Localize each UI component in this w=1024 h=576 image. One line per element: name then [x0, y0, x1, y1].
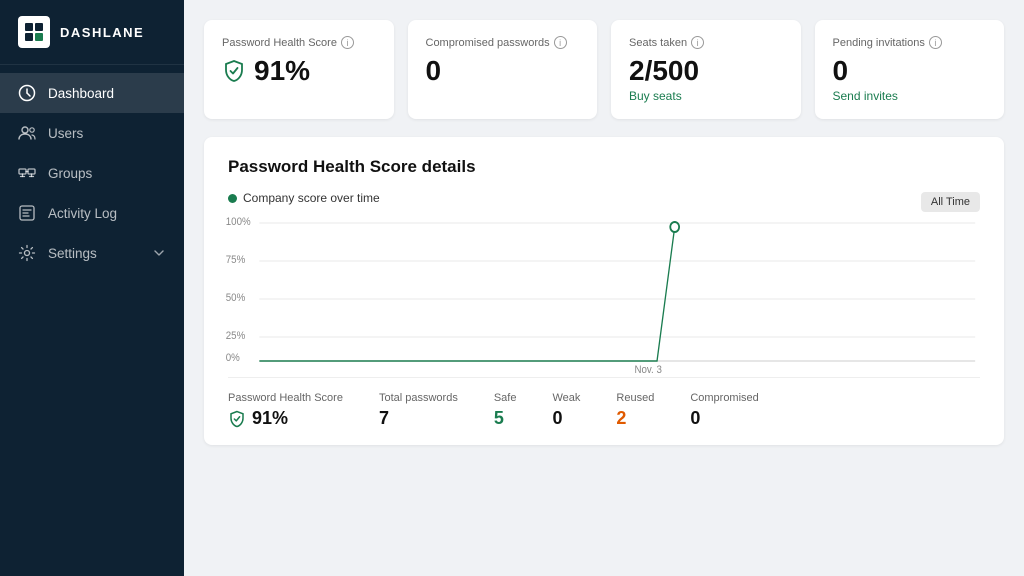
- stat-card-invitations: Pending invitations i 0 Send invites: [815, 20, 1005, 119]
- chart-header: Company score over time All Time: [228, 191, 980, 213]
- bottom-stat-total: Total passwords 7: [379, 392, 458, 429]
- sidebar-item-dashboard[interactable]: Dashboard: [0, 73, 184, 113]
- groups-label: Groups: [48, 166, 92, 181]
- seats-info-icon[interactable]: i: [691, 36, 704, 49]
- bottom-stat-reused: Reused 2: [616, 392, 654, 429]
- main-content: Password Health Score i 91% Compromised …: [184, 0, 1024, 576]
- details-card: Password Health Score details Company sc…: [204, 137, 1004, 445]
- details-title: Password Health Score details: [228, 157, 980, 177]
- activity-icon: [18, 204, 36, 222]
- sidebar-item-groups[interactable]: Groups: [0, 153, 184, 193]
- sidebar-item-activity-log[interactable]: Activity Log: [0, 193, 184, 233]
- all-time-button[interactable]: All Time: [921, 192, 980, 212]
- stat-card-compromised: Compromised passwords i 0: [408, 20, 598, 119]
- stat-card-password-health: Password Health Score i 91%: [204, 20, 394, 119]
- seats-label: Seats taken i: [629, 36, 783, 49]
- settings-icon: [18, 244, 36, 262]
- groups-icon: [18, 164, 36, 182]
- svg-text:0%: 0%: [226, 353, 240, 365]
- bottom-weak-value: 0: [552, 408, 580, 429]
- bottom-reused-value: 2: [616, 408, 654, 429]
- chart-legend: Company score over time: [228, 191, 380, 205]
- invitations-value: 0: [833, 55, 987, 87]
- compromised-label: Compromised passwords i: [426, 36, 580, 49]
- settings-label: Settings: [48, 246, 97, 261]
- svg-text:100%: 100%: [226, 217, 251, 229]
- logo-area: DASHLANE: [0, 0, 184, 65]
- dashboard-icon: [18, 84, 36, 102]
- bottom-stats: Password Health Score 91% Total password…: [228, 377, 980, 445]
- password-health-info-icon[interactable]: i: [341, 36, 354, 49]
- users-icon: [18, 124, 36, 142]
- svg-text:50%: 50%: [226, 293, 245, 305]
- sidebar: DASHLANE Dashboard Users: [0, 0, 184, 576]
- svg-text:25%: 25%: [226, 331, 245, 343]
- bottom-compromised-value: 0: [690, 408, 758, 429]
- logo-text: DASHLANE: [60, 25, 144, 40]
- activity-log-label: Activity Log: [48, 206, 117, 221]
- shield-check-icon: [222, 59, 246, 83]
- stat-cards-row: Password Health Score i 91% Compromised …: [204, 20, 1004, 119]
- bottom-stat-compromised: Compromised 0: [690, 392, 758, 429]
- stat-card-seats: Seats taken i 2/500 Buy seats: [611, 20, 801, 119]
- logo-icon: [18, 16, 50, 48]
- compromised-info-icon[interactable]: i: [554, 36, 567, 49]
- chevron-down-icon: [152, 246, 166, 260]
- bottom-safe-value: 5: [494, 408, 517, 429]
- password-health-label: Password Health Score i: [222, 36, 376, 49]
- shield-check-icon-sm: [228, 410, 246, 428]
- bottom-total-value: 7: [379, 408, 458, 429]
- send-invites-link[interactable]: Send invites: [833, 89, 898, 103]
- invitations-info-icon[interactable]: i: [929, 36, 942, 49]
- sidebar-nav: Dashboard Users Groups: [0, 65, 184, 576]
- svg-text:75%: 75%: [226, 255, 245, 267]
- sidebar-item-settings[interactable]: Settings: [0, 233, 184, 273]
- svg-text:Nov. 3: Nov. 3: [635, 365, 663, 373]
- legend-dot: [228, 194, 237, 203]
- legend-label: Company score over time: [243, 191, 380, 205]
- chart-area: 100% 75% 50% 25% 0% Nov. 3: [224, 213, 984, 373]
- password-health-value: 91%: [222, 55, 376, 87]
- seats-value: 2/500: [629, 55, 783, 87]
- chart-svg: 100% 75% 50% 25% 0% Nov. 3: [224, 213, 984, 373]
- sidebar-item-users[interactable]: Users: [0, 113, 184, 153]
- buy-seats-link[interactable]: Buy seats: [629, 89, 682, 103]
- compromised-value: 0: [426, 55, 580, 87]
- bottom-stat-safe: Safe 5: [494, 392, 517, 429]
- invitations-label: Pending invitations i: [833, 36, 987, 49]
- dashboard-label: Dashboard: [48, 86, 114, 101]
- bottom-stat-health: Password Health Score 91%: [228, 392, 343, 429]
- users-label: Users: [48, 126, 83, 141]
- bottom-health-value: 91%: [228, 408, 343, 429]
- bottom-stat-weak: Weak 0: [552, 392, 580, 429]
